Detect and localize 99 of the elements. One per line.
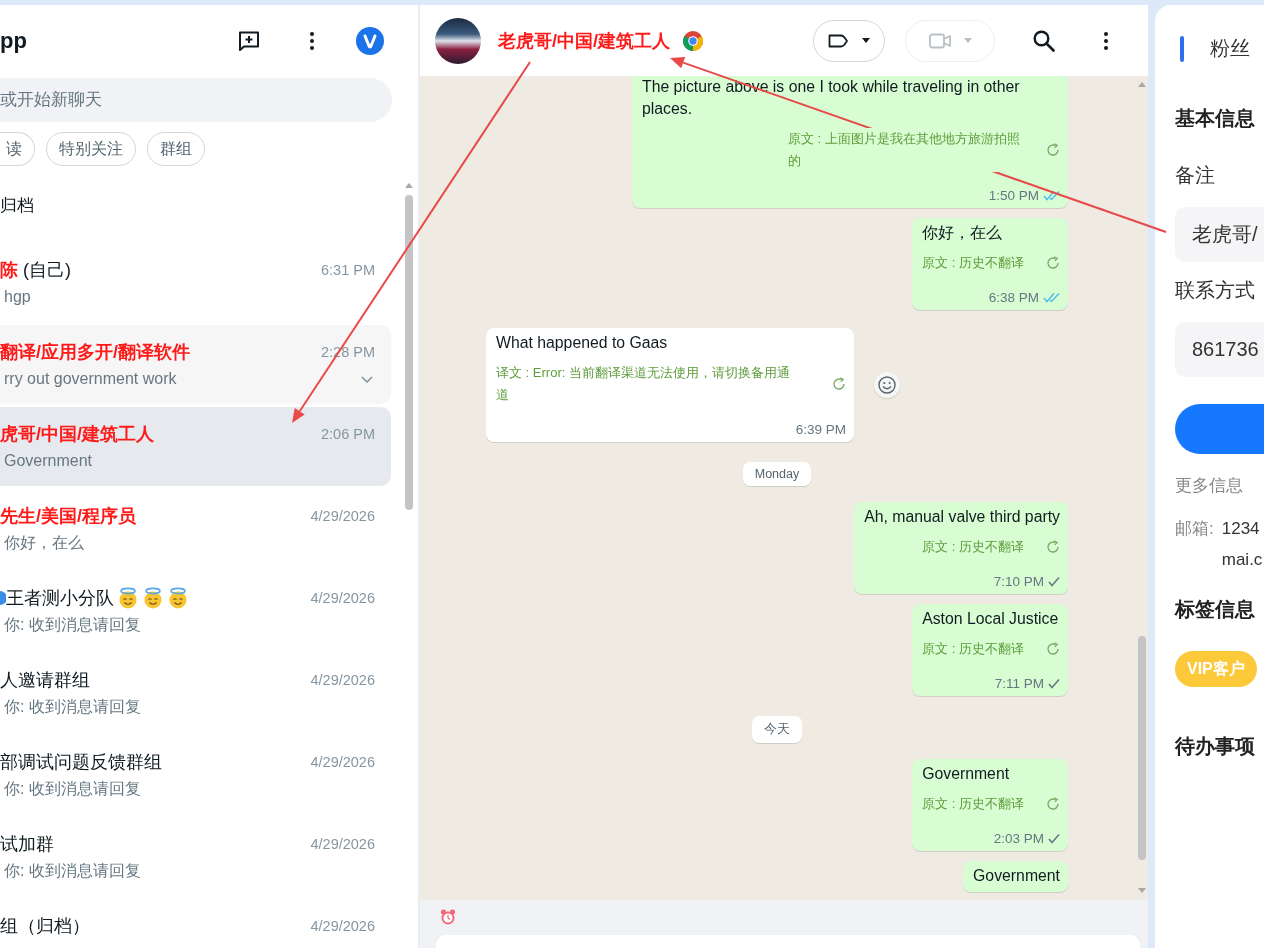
section-heading: 基本信息 xyxy=(1175,107,1256,129)
message-text: 你好，在么 xyxy=(922,223,1004,243)
contact-note: (自己) xyxy=(23,260,71,280)
smiley-icon xyxy=(878,376,896,394)
chat-time: 2:06 PM xyxy=(321,426,375,442)
contact-name: 人邀请群组 xyxy=(0,670,90,690)
more-options-icon[interactable] xyxy=(310,31,314,50)
app-title: pp xyxy=(0,27,28,54)
message-time: 7:11 PM xyxy=(994,675,1044,691)
alarm-clock-icon[interactable] xyxy=(440,909,456,925)
date-separator: Monday xyxy=(742,462,812,486)
message-preview: 你: 收到消息请回复 xyxy=(3,861,142,881)
message-text: Ah, manual valve third party xyxy=(864,507,1060,527)
contact-name[interactable]: 老虎哥/中国/建筑工人 xyxy=(498,28,670,53)
contact-name: 王者测小分队 xyxy=(6,588,114,608)
chat-list-item[interactable]: 先生/美国/程序员 4/29/2026 你好，在么 xyxy=(0,489,391,568)
field-label: 联系方式 xyxy=(1175,279,1256,301)
logo-icon[interactable] xyxy=(356,26,384,55)
chat-time: 4/29/2026 xyxy=(310,836,375,852)
search-field[interactable]: 或开始新聊天 xyxy=(0,78,392,122)
filter-chip[interactable]: 读 xyxy=(0,132,35,166)
avatar-photo[interactable] xyxy=(435,17,481,64)
refresh-icon[interactable] xyxy=(1046,143,1060,157)
message-preview: 你好，在么 xyxy=(3,533,85,553)
chat-list-item[interactable]: 试加群 4/29/2026 你: 收到消息请回复 xyxy=(0,817,391,896)
message-preview: 你: 收到消息请回复 xyxy=(3,697,142,717)
more-options-icon[interactable] xyxy=(1104,31,1108,50)
message-preview: hgp xyxy=(3,287,32,307)
chat-list-item[interactable]: 陈 (自己) 6:31 PM hgp xyxy=(0,243,391,322)
filter-chip[interactable]: 群组 xyxy=(147,132,205,166)
chat-list-item[interactable]: 部调试问题反馈群组 4/29/2026 你: 收到消息请回复 xyxy=(0,735,391,814)
email-value: mai.c xyxy=(1221,549,1263,571)
chevron-down-icon[interactable] xyxy=(361,375,373,383)
contact-name: 试加群 xyxy=(0,834,54,854)
new-chat-icon[interactable] xyxy=(238,30,260,51)
message-text: Government xyxy=(973,866,1060,886)
chat-time: 4/29/2026 xyxy=(310,672,375,688)
refresh-icon[interactable] xyxy=(1046,540,1060,554)
chat-time: 6:31 PM xyxy=(321,262,375,278)
refresh-icon[interactable] xyxy=(1046,256,1060,270)
contact-name: 部调试问题反馈群组 xyxy=(0,752,162,772)
action-button[interactable] xyxy=(1175,404,1264,454)
scroll-up-arrow-icon[interactable] xyxy=(1138,82,1146,87)
halo-face-icon xyxy=(142,587,164,609)
field-label: 备注 xyxy=(1175,164,1216,186)
filter-chip[interactable]: 特别关注 xyxy=(46,132,136,166)
email-value: 1234 xyxy=(1221,518,1261,540)
message-time: 6:38 PM xyxy=(988,289,1039,305)
message-text: Aston Local Justice xyxy=(922,609,1060,629)
contact-name: 虎哥/中国/建筑工人 xyxy=(0,424,154,444)
contact-name: 陈 xyxy=(0,260,18,280)
contact-name: 组（归档） xyxy=(0,916,90,936)
message-preview: 你: 收到消息请回复 xyxy=(3,615,142,635)
scroll-down-arrow-icon[interactable] xyxy=(1138,888,1146,893)
text-field[interactable]: 861736 xyxy=(1175,322,1264,377)
date-separator: 今天 xyxy=(752,716,802,743)
message-preview: rry out government work xyxy=(3,369,178,389)
scroll-up-arrow-icon[interactable] xyxy=(405,183,413,188)
round-logo-icon xyxy=(682,29,704,52)
message-preview: 你: 收到消息请回复 xyxy=(3,779,142,799)
chat-list-item[interactable]: 人邀请群组 4/29/2026 你: 收到消息请回复 xyxy=(0,653,391,732)
contact-name: 翻译/应用多开/翻译软件 xyxy=(0,342,190,362)
email-label: 邮箱: xyxy=(1175,518,1214,540)
refresh-icon[interactable] xyxy=(1046,797,1060,811)
refresh-icon[interactable] xyxy=(1046,642,1060,656)
message-time: 6:39 PM xyxy=(795,421,846,437)
panel-title: 粉丝 xyxy=(1210,36,1250,61)
contact-name: 先生/美国/程序员 xyxy=(0,506,136,526)
caret-icon xyxy=(862,38,870,43)
refresh-icon[interactable] xyxy=(832,377,846,391)
message-time: 7:10 PM xyxy=(993,573,1044,589)
chat-time: 4/29/2026 xyxy=(310,754,375,770)
emoji-button[interactable] xyxy=(874,372,900,398)
message-time: 1:50 PM xyxy=(988,187,1039,203)
chat-time: 4/29/2026 xyxy=(310,590,375,606)
halo-face-icon xyxy=(117,587,139,609)
message-text: Government xyxy=(922,764,1011,784)
chat-list-item[interactable]: 虎哥/中国/建筑工人 2:06 PM Government xyxy=(0,407,391,486)
section-heading: 待办事项 xyxy=(1175,735,1256,757)
message-text: What happened to Gaas xyxy=(496,333,669,353)
message-time: 2:03 PM xyxy=(993,830,1044,846)
search-icon[interactable] xyxy=(1033,29,1055,52)
chat-time: 4/29/2026 xyxy=(310,508,375,524)
section-heading: 更多信息 xyxy=(1175,477,1244,495)
accent-bar xyxy=(1180,35,1184,62)
message-preview: Government xyxy=(3,451,94,471)
halo-face-icon xyxy=(167,587,189,609)
chat-list-item[interactable]: 王者测小分队 4/29/2026 你: 收到消息请回复 xyxy=(0,571,391,650)
archived-link[interactable]: 归档 xyxy=(0,178,403,234)
video-camera-icon xyxy=(928,32,951,49)
scrollbar-thumb[interactable] xyxy=(405,195,413,510)
chat-list-item[interactable]: 组（归档） 4/29/2026 xyxy=(0,899,391,945)
scrollbar-thumb[interactable] xyxy=(1138,636,1146,860)
caret-icon xyxy=(963,38,972,43)
label-icon xyxy=(828,33,849,48)
text-field[interactable]: 老虎哥/ xyxy=(1175,207,1264,262)
label-button[interactable] xyxy=(813,19,885,62)
section-heading: 标签信息 xyxy=(1175,598,1256,620)
chat-time: 4/29/2026 xyxy=(310,918,375,934)
